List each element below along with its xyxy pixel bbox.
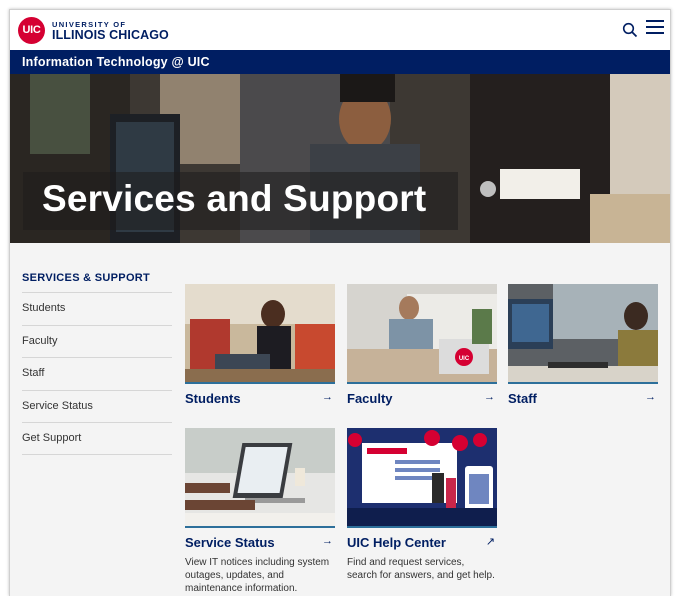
card-title-faculty[interactable]: Faculty <box>347 391 393 406</box>
search-icon[interactable] <box>622 22 638 38</box>
sidebar-heading: SERVICES & SUPPORT <box>22 272 151 284</box>
site-header: UIC UNIVERSITY OF ILLINOIS CHICAGO <box>10 10 670 50</box>
page-title: Services and Support <box>42 178 427 219</box>
svg-text:UIC: UIC <box>459 356 470 362</box>
card-description-help-center: Find and request services, search for an… <box>347 557 495 581</box>
uic-logo-badge: UIC <box>18 17 45 44</box>
hamburger-menu-icon[interactable] <box>646 20 664 38</box>
sidebar-item-faculty[interactable]: Faculty <box>22 324 172 358</box>
sidebar-item-staff[interactable]: Staff <box>22 357 172 390</box>
card-title-help-center[interactable]: UIC Help Center <box>347 535 446 550</box>
card-description-service-status: View IT notices including system outages… <box>185 557 330 594</box>
service-status-photo <box>185 428 335 528</box>
browser-page: UIC UNIVERSITY OF ILLINOIS CHICAGO Infor… <box>9 9 671 596</box>
card-faculty[interactable]: UIC Faculty → <box>347 284 497 406</box>
help-center-illustration <box>347 428 497 528</box>
card-help-center[interactable]: UIC Help Center ↗ Find and request servi… <box>347 428 497 581</box>
arrow-right-icon: → <box>322 391 333 403</box>
sidebar-nav: Students Faculty Staff Service Status Ge… <box>22 292 172 455</box>
card-title-students[interactable]: Students <box>185 391 241 406</box>
staff-photo <box>508 284 658 384</box>
arrow-right-icon: → <box>645 391 656 403</box>
logo-text-line2: ILLINOIS CHICAGO <box>52 28 169 42</box>
card-title-service-status[interactable]: Service Status <box>185 535 275 550</box>
sidebar-item-get-support[interactable]: Get Support <box>22 422 172 455</box>
site-title-bar: Information Technology @ UIC <box>10 50 670 74</box>
sidebar-item-students[interactable]: Students <box>22 292 172 325</box>
card-staff[interactable]: Staff → <box>508 284 658 406</box>
arrow-right-icon: → <box>484 391 495 403</box>
students-photo <box>185 284 335 384</box>
arrow-right-icon: → <box>322 535 333 547</box>
card-service-status[interactable]: Service Status → View IT notices includi… <box>185 428 335 594</box>
external-link-icon: ↗ <box>485 536 495 548</box>
faculty-photo: UIC <box>347 284 497 384</box>
sidebar-item-service-status[interactable]: Service Status <box>22 389 172 423</box>
card-title-staff[interactable]: Staff <box>508 391 537 406</box>
hero-banner: Services and Support <box>10 74 670 243</box>
site-title-link[interactable]: Information Technology @ UIC <box>22 55 210 69</box>
card-students[interactable]: Students → <box>185 284 335 406</box>
